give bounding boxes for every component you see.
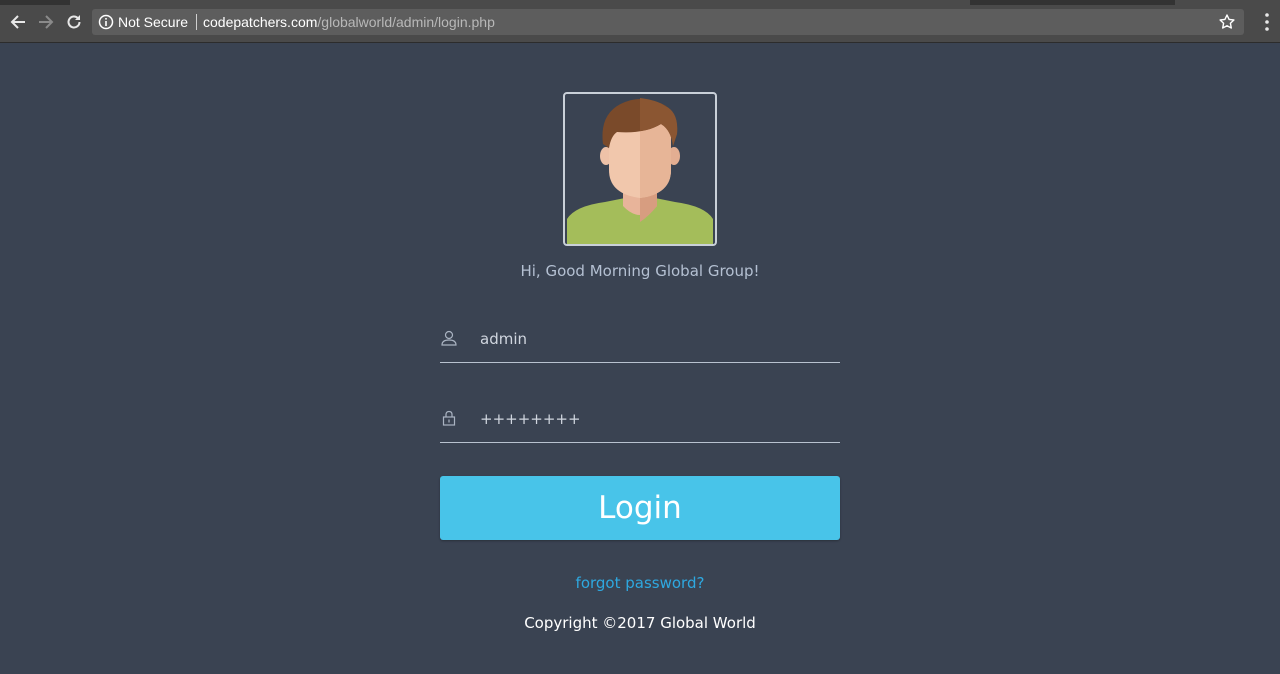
back-icon	[10, 15, 25, 29]
star-icon[interactable]	[1218, 13, 1236, 31]
info-icon[interactable]	[98, 14, 114, 30]
security-label[interactable]: Not Secure	[118, 14, 188, 30]
copyright-text: Copyright ©2017 Global World	[524, 614, 756, 632]
browser-toolbar: Not Secure codepatchers.com/globalworld/…	[0, 0, 1280, 43]
username-field[interactable]	[440, 319, 840, 363]
active-tab-edge[interactable]	[70, 0, 970, 5]
reload-button[interactable]	[63, 11, 85, 33]
password-input[interactable]	[480, 405, 830, 433]
user-icon	[441, 330, 457, 346]
forward-button[interactable]	[35, 11, 57, 33]
url-host: codepatchers.com	[203, 14, 318, 30]
reload-icon	[67, 15, 81, 29]
url-path: /globalworld/admin/login.php	[317, 14, 495, 30]
lock-icon	[442, 410, 456, 426]
forgot-password-link[interactable]: forgot password?	[0, 574, 1280, 592]
password-field[interactable]	[440, 399, 840, 443]
login-button[interactable]: Login	[440, 476, 840, 540]
avatar	[563, 92, 717, 246]
back-button[interactable]	[7, 11, 29, 33]
menu-icon[interactable]	[1264, 12, 1270, 32]
url-separator	[196, 14, 197, 30]
tab-edge[interactable]	[1175, 0, 1280, 5]
username-input[interactable]	[480, 325, 830, 353]
greeting-text: Hi, Good Morning Global Group!	[520, 262, 760, 280]
tab-strip	[0, 0, 1280, 5]
address-bar[interactable]: Not Secure codepatchers.com/globalworld/…	[92, 9, 1244, 35]
login-page: Hi, Good Morning Global Group! Login for…	[0, 44, 1280, 674]
url-text[interactable]: codepatchers.com/globalworld/admin/login…	[203, 14, 495, 30]
user-avatar-illustration	[567, 98, 713, 244]
forward-icon	[39, 15, 54, 29]
